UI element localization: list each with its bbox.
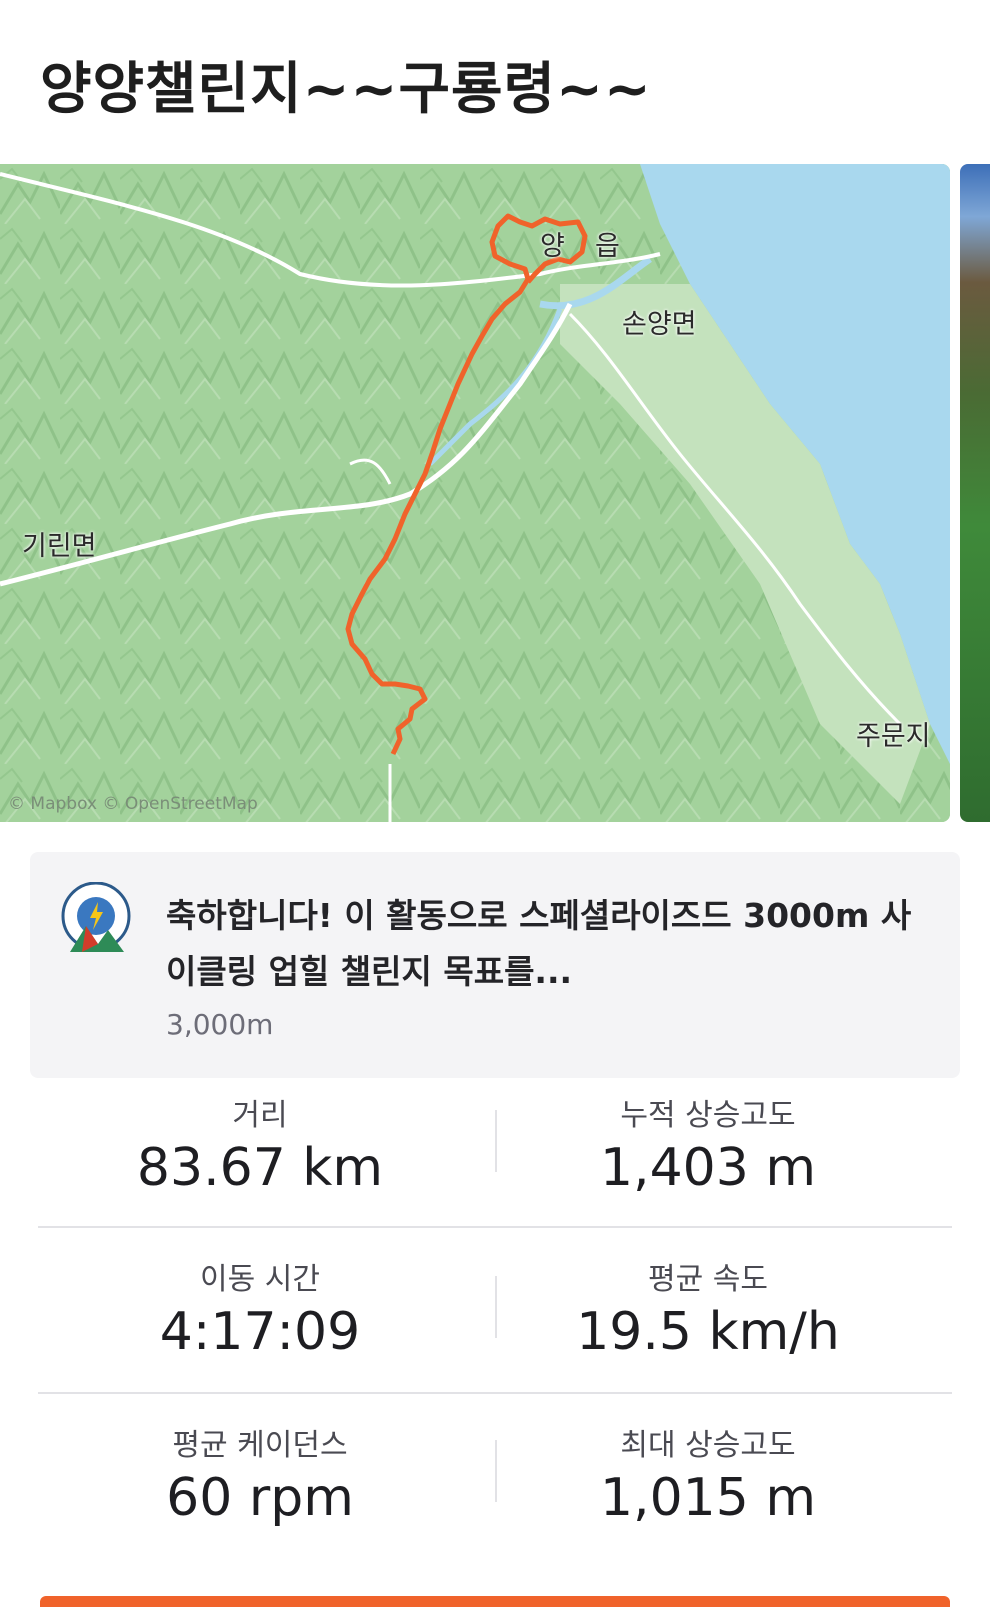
elevation-gain-value: 1,403 m xyxy=(599,1138,817,1198)
map-label-town: 읍 xyxy=(595,231,620,262)
stat-divider xyxy=(495,1110,497,1172)
distance-label: 거리 xyxy=(232,1098,288,1133)
avg-speed-value: 19.5 km/h xyxy=(576,1302,840,1362)
challenge-badge-icon xyxy=(61,882,131,952)
map-attribution[interactable]: © Mapbox © OpenStreetMap xyxy=(8,794,258,814)
distance-value: 83.67 km xyxy=(136,1138,384,1198)
max-elevation-label: 최대 상승고도 xyxy=(620,1428,796,1463)
stat-divider xyxy=(495,1440,497,1502)
moving-time-value: 4:17:09 xyxy=(159,1302,361,1362)
stat-row-divider xyxy=(38,1226,952,1228)
map-label-town-prefix: 양 xyxy=(540,231,565,262)
challenge-card[interactable]: 축하합니다! 이 활동으로 스페셜라이즈드 3000m 사이클링 업힐 챌린지 … xyxy=(30,852,960,1078)
map-label-west: 기린면 xyxy=(22,531,97,562)
challenge-message: 축하합니다! 이 활동으로 스페셜라이즈드 3000m 사이클링 업힐 챌린지 … xyxy=(166,896,912,991)
avg-cadence-value: 60 rpm xyxy=(166,1468,354,1528)
map-label-south-east: 주문지 xyxy=(856,721,931,752)
route-map[interactable]: 양 읍 손양면 기린면 주문지 xyxy=(0,164,950,822)
map-label-district: 손양면 xyxy=(622,309,697,340)
challenge-goal: 3,000m xyxy=(166,1008,274,1041)
action-button[interactable] xyxy=(40,1596,950,1607)
avg-speed-label: 평균 속도 xyxy=(648,1262,768,1297)
avg-cadence-label: 평균 케이던스 xyxy=(172,1428,348,1463)
moving-time-label: 이동 시간 xyxy=(200,1262,320,1297)
activity-title: 양양챌린지~~구룡령~~ xyxy=(40,57,652,122)
max-elevation-value: 1,015 m xyxy=(599,1468,817,1528)
stat-divider xyxy=(495,1276,497,1338)
map-canvas xyxy=(0,164,950,822)
photo-thumbnail[interactable] xyxy=(960,164,990,822)
stat-row-divider xyxy=(38,1392,952,1394)
elevation-gain-label: 누적 상승고도 xyxy=(620,1098,796,1133)
